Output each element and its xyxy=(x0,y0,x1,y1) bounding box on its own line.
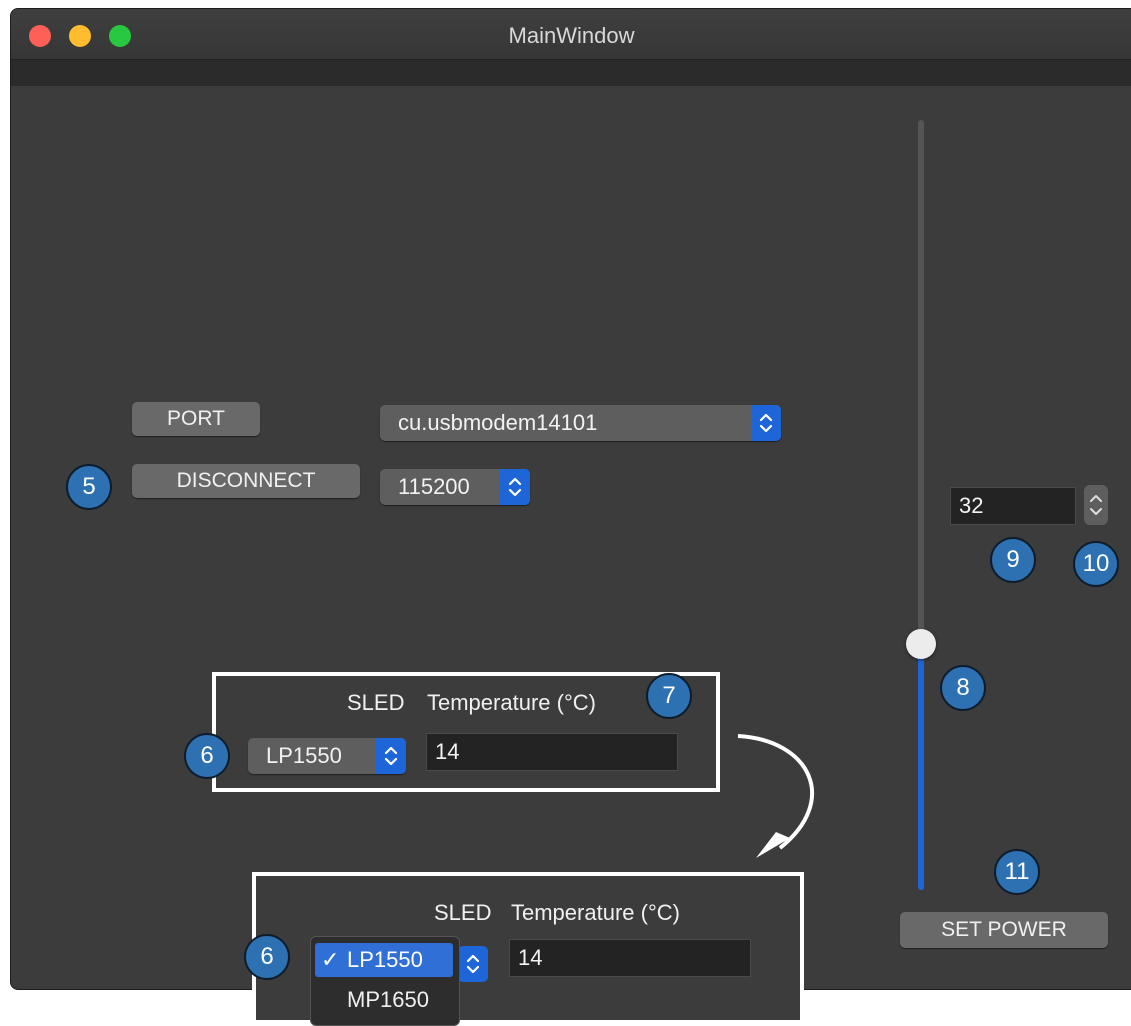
power-slider[interactable] xyxy=(906,120,936,890)
sled-label: SLED xyxy=(434,900,492,925)
annotation-badge-6-expanded: 6 xyxy=(244,934,290,980)
slider-fill xyxy=(918,644,924,890)
dropdown-option-mp1650[interactable]: MP1650 xyxy=(315,983,453,1017)
title-bar: MainWindow xyxy=(11,9,1131,60)
sled-select-value: LP1550 xyxy=(266,743,342,768)
power-stepper[interactable] xyxy=(1084,485,1108,525)
annotation-badge-9: 9 xyxy=(990,537,1036,583)
annotation-badge-6: 6 xyxy=(184,733,230,779)
dropdown-option-lp1550[interactable]: ✓ LP1550 xyxy=(315,943,453,977)
checkmark-icon: ✓ xyxy=(321,947,340,972)
annotation-badge-10: 10 xyxy=(1073,541,1119,587)
arrow-icon xyxy=(737,734,814,858)
annotation-badge-7: 7 xyxy=(646,673,692,719)
chevron-updown-icon xyxy=(466,954,480,974)
sled-dropdown-menu: ✓ LP1550 MP1650 xyxy=(310,936,460,1026)
slider-knob[interactable] xyxy=(906,629,936,659)
baud-select-value: 115200 xyxy=(398,474,470,499)
temperature-label: Temperature (°C) xyxy=(427,690,596,715)
baud-select[interactable]: 115200 xyxy=(380,469,530,505)
power-value-field[interactable]: 32 xyxy=(950,487,1076,525)
port-select-value: cu.usbmodem14101 xyxy=(398,410,598,435)
temperature-input[interactable]: 14 xyxy=(426,733,678,771)
annotation-badge-11: 11 xyxy=(994,849,1040,895)
chevron-updown-icon xyxy=(1090,495,1102,515)
annotation-badge-8: 8 xyxy=(940,665,986,711)
sled-select[interactable]: LP1550 xyxy=(248,738,406,774)
disconnect-button[interactable]: DISCONNECT xyxy=(132,464,360,498)
sled-select-arrows[interactable] xyxy=(458,946,488,982)
port-button[interactable]: PORT xyxy=(132,402,260,436)
menu-bar xyxy=(11,60,1131,86)
set-power-button[interactable]: SET POWER xyxy=(900,912,1108,948)
sled-label: SLED xyxy=(347,690,405,715)
temperature-label: Temperature (°C) xyxy=(511,900,680,925)
chevron-updown-icon xyxy=(500,469,530,505)
temperature-input[interactable]: 14 xyxy=(509,939,751,977)
port-select[interactable]: cu.usbmodem14101 xyxy=(380,405,781,441)
window-title: MainWindow xyxy=(508,23,635,48)
annotation-badge-5: 5 xyxy=(66,464,112,510)
chevron-updown-icon xyxy=(751,405,781,441)
sled-panel-expanded: SLED Temperature (°C) 14 ✓ LP1550 MP1650 xyxy=(252,872,804,1026)
chevron-updown-icon xyxy=(376,738,406,774)
option-label: LP1550 xyxy=(347,947,423,972)
option-label: MP1650 xyxy=(347,987,429,1012)
